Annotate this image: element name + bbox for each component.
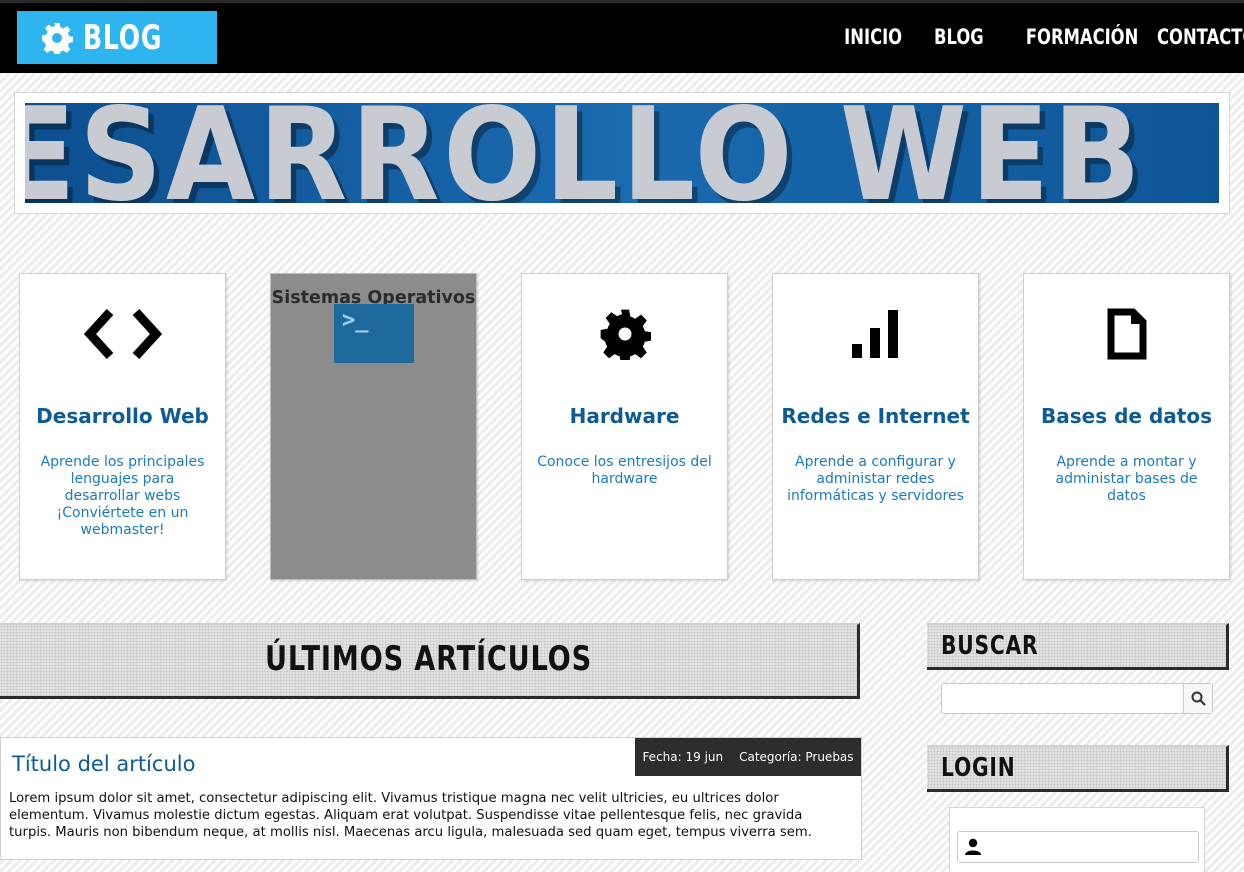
search-input[interactable] [942,684,1183,713]
signal-bars-icon [851,310,898,358]
user-icon [958,838,988,856]
category-title: Redes e Internet [781,404,970,428]
category-description: Aprende los principales lenguajes para d… [40,454,205,538]
category-description: Conoce los entresijos del hardware [537,454,712,487]
category-title: Hardware [569,404,680,428]
code-icon [83,308,162,360]
category-description: Aprende a montar y administar bases de d… [1055,454,1198,504]
section-title: ÚLTIMOS ARTÍCULOS [264,639,592,679]
article-body: Lorem ipsum dolor sit amet, consectetur … [9,791,812,840]
search-box [941,683,1213,714]
login-panel [949,807,1205,872]
search-widget-title: BUSCAR [941,631,1039,661]
latest-articles-header: ÚLTIMOS ARTÍCULOS [0,623,860,699]
article-meta: Fecha: 19 jun Categoría: Pruebas [635,738,861,776]
terminal-icon: >_ [334,304,414,363]
gear-icon [42,22,73,54]
search-button[interactable] [1183,684,1212,713]
category-title: Bases de datos [1041,404,1212,428]
article-date: Fecha: 19 jun [642,750,724,764]
category-card-desarrollo-web[interactable]: Desarrollo Web Aprende los principales l… [19,273,226,580]
nav-contacto[interactable]: CONTACTO [1157,25,1244,49]
category-card-hardware[interactable]: Hardware Conoce los entresijos del hardw… [521,273,728,580]
gear-icon [600,309,651,360]
banner-text: ESARROLLO WEB [25,103,1145,203]
banner-image: ESARROLLO WEB [25,103,1219,203]
logo-link[interactable]: BLOG [17,11,217,64]
nav-inicio[interactable]: INICIO [844,25,902,49]
category-card-bases-datos[interactable]: Bases de datos Aprende a montar y admini… [1023,273,1230,580]
username-field [957,831,1199,863]
login-widget-title: LOGIN [941,753,1016,783]
article-card: Fecha: 19 jun Categoría: Pruebas Título … [0,737,862,860]
category-description: Aprende a configurar y administar redes … [787,454,964,504]
article-title[interactable]: Título del artículo [12,752,195,776]
category-card-sistemas-operativos[interactable]: Sistemas Operativos >_ [270,273,477,580]
login-widget-header: LOGIN [927,745,1229,792]
banner-frame: ESARROLLO WEB [14,92,1230,214]
username-input[interactable] [988,832,1198,862]
logo-text: BLOG [83,17,163,58]
top-navbar: BLOG INICIO BLOG FORMACIÓN CONTACTO [0,0,1244,73]
search-widget-header: BUSCAR [927,623,1229,670]
article-category[interactable]: Categoría: Pruebas [739,750,853,764]
category-card-redes-internet[interactable]: Redes e Internet Aprende a configurar y … [772,273,979,580]
nav-formacion[interactable]: FORMACIÓN [1026,25,1138,49]
nav-blog[interactable]: BLOG [934,25,984,49]
category-title: Desarrollo Web [36,404,209,428]
document-icon [1107,308,1146,360]
search-icon [1191,691,1206,706]
